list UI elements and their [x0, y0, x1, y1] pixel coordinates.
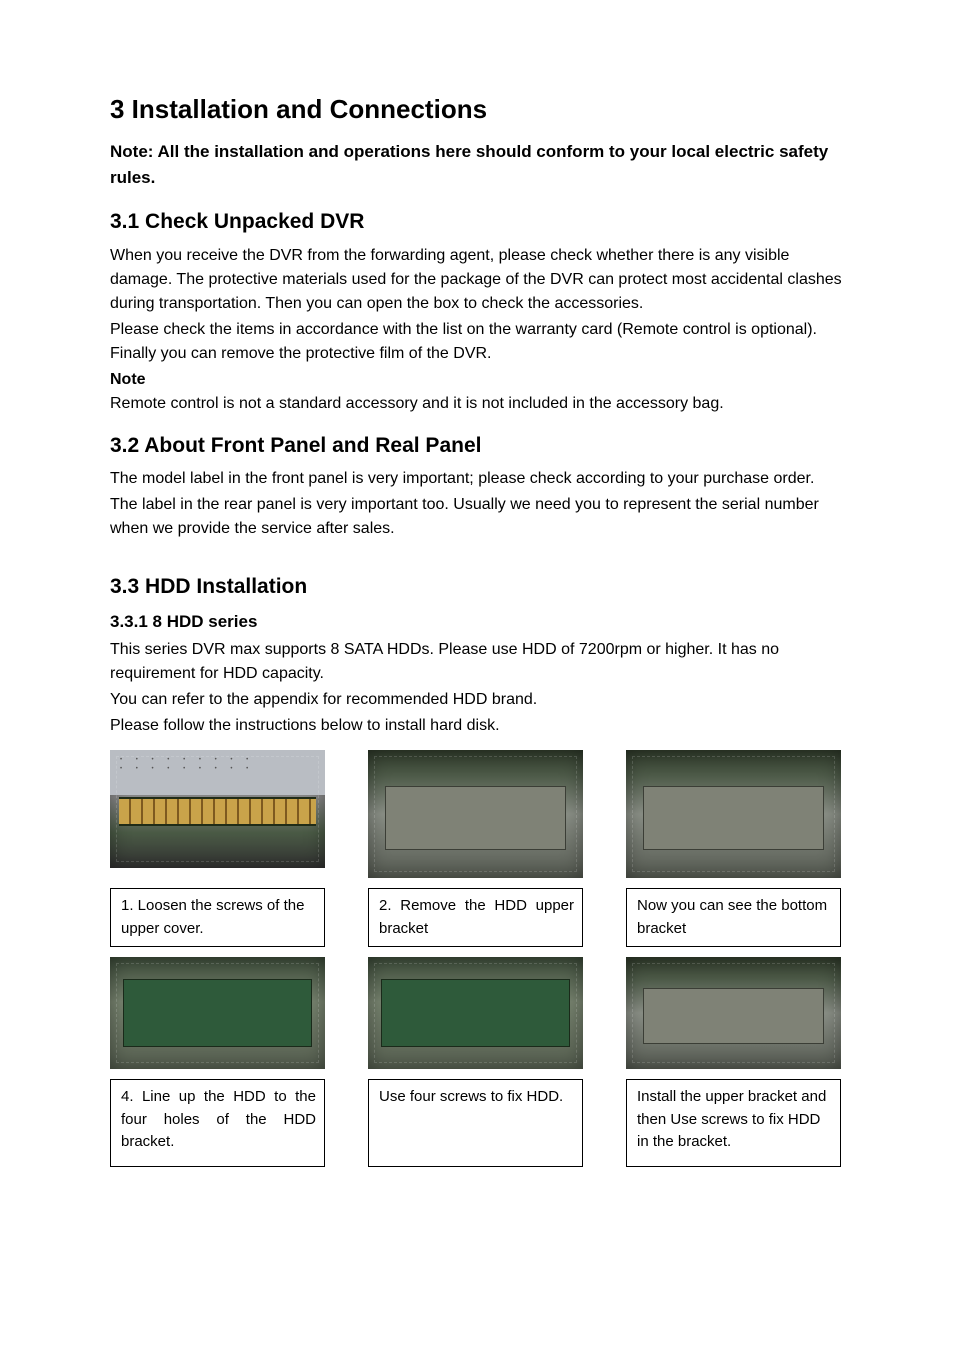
- s31-para2: Please check the items in accordance wit…: [110, 318, 844, 366]
- caption-4: 4. Line up the HDD to the four holes of …: [110, 1079, 325, 1167]
- section-3-2-heading: 3.2 About Front Panel and Real Panel: [110, 430, 844, 462]
- s32-para2: The label in the rear panel is very impo…: [110, 493, 844, 541]
- top-safety-note: Note: All the installation and operation…: [110, 139, 844, 190]
- hdd-install-grid: • • • • • • • • •• • • • • • • • • 1. Lo…: [110, 750, 844, 1167]
- s31-para1: When you receive the DVR from the forwar…: [110, 244, 844, 316]
- install-image-6: [626, 957, 841, 1069]
- caption-6: Install the upper bracket and then Use s…: [626, 1079, 841, 1167]
- install-image-3: [626, 750, 841, 878]
- install-image-2: [368, 750, 583, 878]
- section-3-3-1-heading: 3.3.1 8 HDD series: [110, 609, 844, 635]
- caption-1: 1. Loosen the screws of the upper cover.: [110, 888, 325, 947]
- s31-note-body: Remote control is not a standard accesso…: [110, 392, 844, 416]
- s33-para3: Please follow the instructions below to …: [110, 714, 844, 738]
- caption-2: 2. Remove the HDD upper bracket: [368, 888, 583, 947]
- page-title: 3 Installation and Connections: [110, 90, 844, 129]
- install-image-5: [368, 957, 583, 1069]
- s32-para1: The model label in the front panel is ve…: [110, 467, 844, 491]
- caption-5: Use four screws to fix HDD.: [368, 1079, 583, 1167]
- section-3-3-heading: 3.3 HDD Installation: [110, 571, 844, 603]
- s33-para2: You can refer to the appendix for recomm…: [110, 688, 844, 712]
- install-image-4: [110, 957, 325, 1069]
- caption-3: Now you can see the bottom bracket: [626, 888, 841, 947]
- s31-note-label: Note: [110, 368, 844, 392]
- section-3-1-heading: 3.1 Check Unpacked DVR: [110, 206, 844, 238]
- s33-para1: This series DVR max supports 8 SATA HDDs…: [110, 638, 844, 686]
- install-image-1: • • • • • • • • •• • • • • • • • •: [110, 750, 325, 868]
